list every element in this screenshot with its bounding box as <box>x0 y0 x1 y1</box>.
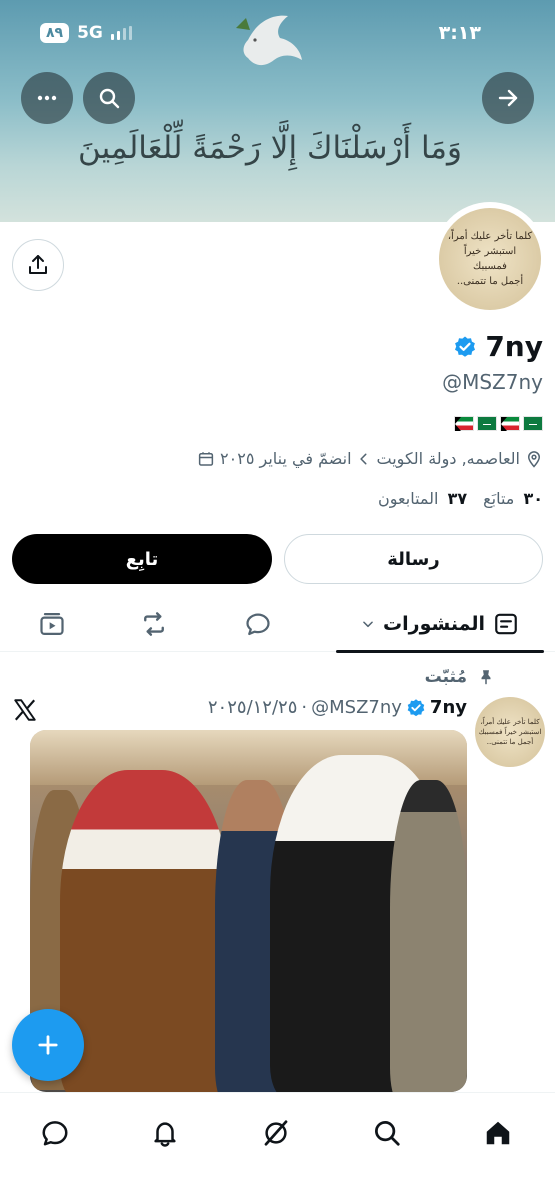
tab-posts[interactable]: المنشورات <box>336 596 544 653</box>
grok-icon <box>264 1120 288 1146</box>
following-count: ٣٠ <box>523 489 543 508</box>
plus-icon <box>38 1035 58 1055</box>
followers-label: المتابعون <box>378 489 439 508</box>
media-icon <box>40 612 64 636</box>
following-label: متابَع <box>483 489 515 508</box>
post-separator: · <box>301 697 308 718</box>
following-link[interactable]: ٣٠ متابَع <box>483 489 543 508</box>
verified-badge-icon[interactable] <box>453 335 477 359</box>
avatar-text-line: استبشر خيراً فمسببك <box>463 246 517 272</box>
posts-icon <box>495 613 517 635</box>
pinned-label: مُثبّت <box>424 667 467 687</box>
tab-reposts[interactable] <box>132 596 176 652</box>
followers-count: ٣٧ <box>447 489 468 508</box>
post-handle[interactable]: @MSZ7ny <box>311 697 402 718</box>
dropdown-icon <box>363 621 373 628</box>
verified-badge-icon <box>407 698 425 716</box>
x-logo-icon[interactable] <box>12 697 38 723</box>
avatar-text-line: استبشر خيراً فمسببك <box>478 728 542 736</box>
tab-media[interactable] <box>30 596 74 652</box>
joined-date[interactable]: انضمّ في يناير ٢٠٢٥ <box>197 449 370 468</box>
home-icon <box>486 1121 510 1145</box>
pinned-indicator: مُثبّت <box>425 667 495 687</box>
more-button[interactable] <box>21 72 73 124</box>
avatar-text-line: أجمل ما تتمنى.. <box>456 276 524 287</box>
location: العاصمه, دولة الكويت <box>377 449 543 468</box>
messages-icon <box>42 1121 68 1146</box>
status-time: ٣:١٣ <box>438 22 481 44</box>
back-button[interactable] <box>482 72 534 124</box>
kuwait-flag-icon <box>500 416 520 431</box>
display-name: 7ny <box>485 330 543 363</box>
avatar-text-line: كلما تأخر عليك أمراً، <box>447 231 533 242</box>
profile-banner[interactable]: ٨٩ 5G ٣:١٣ وَمَا أَرْسَلْنَاكَ إِلَّا رَ… <box>0 0 555 222</box>
followers-link[interactable]: ٣٧ المتابعون <box>378 489 467 508</box>
network-label: 5G <box>77 23 103 43</box>
avatar-text-line: كلما تأخر عليك أمراً، <box>480 718 540 726</box>
reply-icon <box>246 613 270 636</box>
search-nav-icon <box>375 1121 400 1146</box>
calendar-icon <box>198 451 214 466</box>
post-date[interactable]: ٢٠٢٥/١٢/٢٥ <box>208 697 297 718</box>
repost-icon <box>144 612 164 636</box>
share-icon <box>29 255 47 274</box>
saudi-flag-icon <box>523 416 543 431</box>
follow-stats: ٣٠ متابَع ٣٧ المتابعون <box>378 489 543 508</box>
nav-grok[interactable] <box>254 1111 298 1155</box>
tab-posts-label: المنشورات <box>383 613 485 635</box>
image-figure <box>390 780 467 1092</box>
profile-avatar[interactable]: كلما تأخر عليك أمراً، استبشر خيراً فمسبب… <box>433 202 547 316</box>
nav-search[interactable] <box>365 1111 409 1155</box>
search-icon <box>99 88 120 109</box>
search-button[interactable] <box>83 72 135 124</box>
pin-icon <box>481 670 491 685</box>
banner-verse: وَمَا أَرْسَلْنَاكَ إِلَّا رَحْمَةً لِّل… <box>77 130 462 166</box>
follow-button[interactable]: تابِع <box>12 534 272 584</box>
location-icon <box>527 450 541 468</box>
image-figure <box>60 770 230 1092</box>
post-avatar[interactable]: كلما تأخر عليك أمراً، استبشر خيراً فمسبب… <box>475 697 545 767</box>
status-bar-left: ٨٩ 5G <box>40 20 132 46</box>
profile-tabs: المنشورات <box>0 596 555 653</box>
nav-notifications[interactable] <box>143 1111 187 1155</box>
tab-replies[interactable] <box>236 596 280 652</box>
notifications-icon <box>154 1122 176 1147</box>
dove-icon <box>236 15 302 66</box>
post-header: ٢٠٢٥/١٢/٢٥ · @MSZ7ny 7ny <box>208 697 467 718</box>
post-author-name[interactable]: 7ny <box>430 697 467 718</box>
nav-messages[interactable] <box>33 1111 77 1155</box>
name-row: 7ny <box>453 330 543 363</box>
more-icon <box>37 95 57 101</box>
compose-button[interactable] <box>12 1009 84 1081</box>
bottom-navigation <box>0 1092 555 1200</box>
saudi-flag-icon <box>477 416 497 431</box>
chevron-icon <box>359 453 367 464</box>
share-button[interactable] <box>12 239 64 291</box>
nav-home[interactable] <box>476 1111 520 1155</box>
location-text: العاصمه, دولة الكويت <box>376 449 520 468</box>
signal-icon <box>110 26 132 40</box>
profile-meta: العاصمه, دولة الكويت انضمّ في يناير ٢٠٢٥ <box>197 449 543 468</box>
profile-handle: @MSZ7ny <box>442 370 543 394</box>
avatar-text-line: أجمل ما تتمنى.. <box>486 738 534 746</box>
arrow-forward-icon <box>498 89 518 107</box>
battery-indicator: ٨٩ <box>40 23 70 43</box>
avatar-image: كلما تأخر عليك أمراً، استبشر خيراً فمسبب… <box>439 208 541 310</box>
post-image[interactable] <box>30 730 467 1092</box>
joined-text: انضمّ في يناير ٢٠٢٥ <box>220 449 352 468</box>
flags-row <box>454 416 543 431</box>
message-button[interactable]: رسالة <box>284 534 543 584</box>
kuwait-flag-icon <box>454 416 474 431</box>
